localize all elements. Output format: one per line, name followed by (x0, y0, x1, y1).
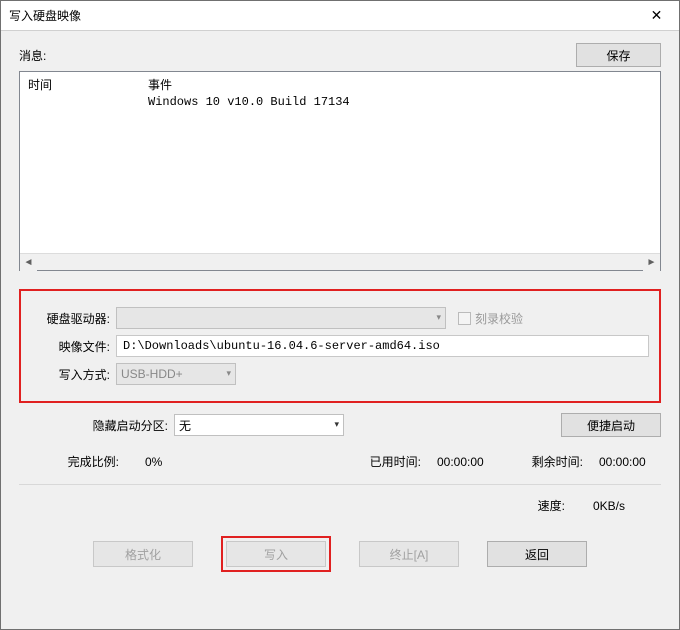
chevron-down-icon: ▾ (226, 368, 231, 379)
remain-value: 00:00:00 (583, 455, 661, 469)
write-button-highlight: 写入 (221, 536, 331, 572)
quick-boot-button[interactable]: 便捷启动 (561, 413, 661, 437)
write-button[interactable]: 写入 (226, 541, 326, 567)
scroll-left-icon: ◄ (20, 254, 37, 271)
log-col-event: 事件 (148, 76, 652, 93)
speed-label: 速度: (538, 497, 565, 514)
content-area: 消息: 保存 时间 事件 Windows 10 v10.0 Build 1713… (1, 31, 679, 629)
verify-checkbox[interactable]: 刻录校验 (458, 310, 523, 327)
message-label: 消息: (19, 47, 576, 64)
checkbox-box-icon (458, 312, 471, 325)
elapsed-label: 已用时间: (351, 453, 421, 470)
drive-row: 硬盘驱动器: ▾ 刻录校验 (31, 307, 649, 329)
progress-label: 完成比例: (19, 453, 119, 470)
image-label: 映像文件: (31, 338, 116, 355)
titlebar: 写入硬盘映像 ✕ (1, 1, 679, 31)
return-button[interactable]: 返回 (487, 541, 587, 567)
hidden-boot-value: 无 (179, 417, 191, 434)
close-button[interactable]: ✕ (634, 1, 679, 31)
log-cell-event: Windows 10 v10.0 Build 17134 (148, 95, 652, 109)
drive-combo[interactable]: ▾ (116, 307, 446, 329)
action-buttons: 格式化 写入 终止[A] 返回 (19, 536, 661, 572)
image-file-field[interactable]: D:\Downloads\ubuntu-16.04.6-server-amd64… (116, 335, 649, 357)
write-method-value: USB-HDD+ (121, 367, 183, 381)
highlighted-settings: 硬盘驱动器: ▾ 刻录校验 映像文件: D:\Downloads\ubuntu-… (19, 289, 661, 403)
log-row: Windows 10 v10.0 Build 17134 (28, 95, 652, 109)
verify-label: 刻录校验 (475, 310, 523, 327)
write-method-combo[interactable]: USB-HDD+ ▾ (116, 363, 236, 385)
divider (19, 484, 661, 485)
image-row: 映像文件: D:\Downloads\ubuntu-16.04.6-server… (31, 335, 649, 357)
hidden-boot-label: 隐藏启动分区: (19, 417, 174, 434)
message-row: 消息: 保存 (19, 43, 661, 67)
method-label: 写入方式: (31, 366, 116, 383)
close-icon: ✕ (651, 7, 663, 24)
scroll-track (37, 254, 643, 270)
write-disk-image-dialog: 写入硬盘映像 ✕ 消息: 保存 时间 事件 Windows 10 v10.0 B… (0, 0, 680, 630)
chevron-down-icon: ▾ (436, 312, 441, 323)
abort-button[interactable]: 终止[A] (359, 541, 459, 567)
method-row: 写入方式: USB-HDD+ ▾ (31, 363, 649, 385)
image-file-value: D:\Downloads\ubuntu-16.04.6-server-amd64… (123, 339, 440, 353)
horizontal-scrollbar[interactable]: ◄ ► (20, 253, 660, 270)
hidden-boot-row: 隐藏启动分区: 无 ▾ 便捷启动 (19, 413, 661, 437)
save-button[interactable]: 保存 (576, 43, 661, 67)
remain-label: 剩余时间: (513, 453, 583, 470)
elapsed-value: 00:00:00 (421, 455, 513, 469)
drive-label: 硬盘驱动器: (31, 310, 116, 327)
log-header: 时间 事件 (20, 72, 660, 95)
chevron-down-icon: ▾ (334, 419, 339, 430)
log-body: Windows 10 v10.0 Build 17134 (20, 95, 660, 253)
speed-row: 速度: 0KB/s (19, 497, 661, 514)
log-panel: 时间 事件 Windows 10 v10.0 Build 17134 ◄ ► (19, 71, 661, 271)
format-button[interactable]: 格式化 (93, 541, 193, 567)
log-cell-time (28, 95, 148, 109)
log-col-time: 时间 (28, 76, 148, 93)
window-title: 写入硬盘映像 (9, 7, 634, 24)
scroll-right-icon: ► (643, 254, 660, 271)
speed-value: 0KB/s (593, 499, 653, 513)
stats-row: 完成比例: 0% 已用时间: 00:00:00 剩余时间: 00:00:00 (19, 453, 661, 470)
progress-value: 0% (119, 455, 199, 469)
hidden-boot-combo[interactable]: 无 ▾ (174, 414, 344, 436)
